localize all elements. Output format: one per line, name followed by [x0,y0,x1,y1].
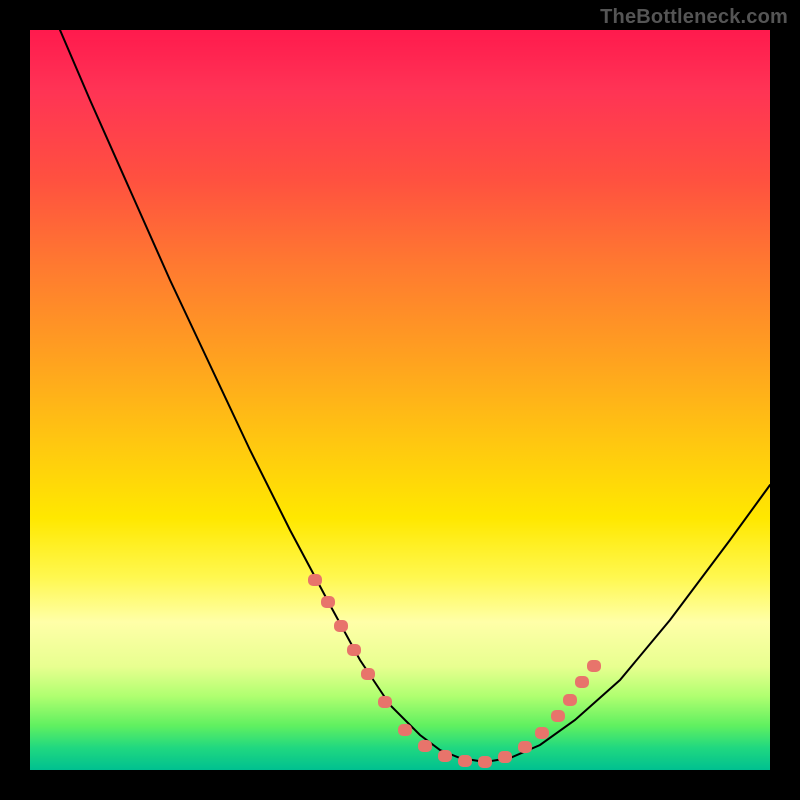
highlight-dot [347,644,361,656]
highlight-dot [438,750,452,762]
highlight-dot [478,756,492,768]
highlight-dot [308,574,322,586]
highlight-dot [563,694,577,706]
highlight-dot [361,668,375,680]
highlight-dot [458,755,472,767]
highlight-dot [321,596,335,608]
highlight-dot [551,710,565,722]
highlight-dot [334,620,348,632]
highlight-dot [575,676,589,688]
plot-area [30,30,770,770]
watermark-text: TheBottleneck.com [600,6,788,29]
highlight-dot [518,741,532,753]
curve-layer [60,30,770,762]
bottleneck-curve [60,30,770,762]
highlight-dot [587,660,601,672]
highlight-dot [398,724,412,736]
highlight-dot [535,727,549,739]
dots-layer [308,574,601,768]
highlight-dot [378,696,392,708]
chart-svg [30,30,770,770]
chart-container: TheBottleneck.com [0,0,800,800]
highlight-dot [498,751,512,763]
highlight-dot [418,740,432,752]
